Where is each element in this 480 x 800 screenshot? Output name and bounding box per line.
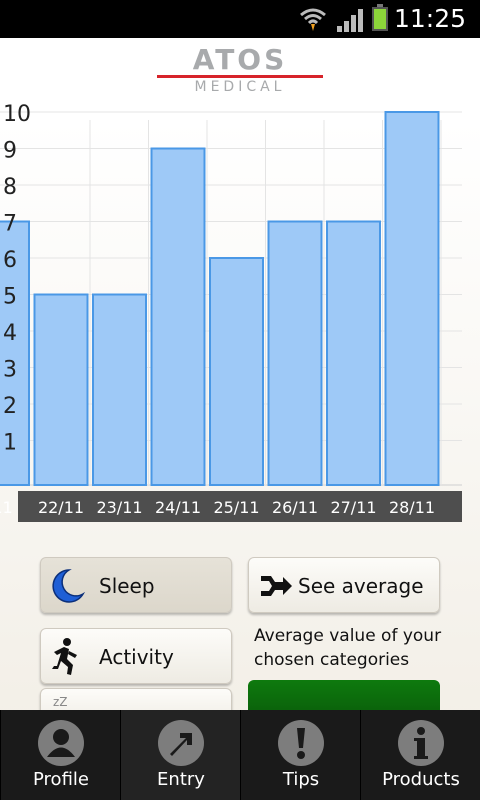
status-time: 11:25 bbox=[393, 4, 466, 33]
bar bbox=[209, 257, 264, 486]
x-tick-label: 11 bbox=[0, 498, 13, 517]
battery-icon bbox=[372, 4, 388, 31]
merge-arrow-icon bbox=[261, 576, 292, 596]
running-person-icon bbox=[52, 638, 77, 675]
exclamation-icon bbox=[278, 720, 324, 766]
bar-chart[interactable]: 1 2 3 4 5 6 7 8 9 10 11 22/11 23/11 24/11 25/11 26/11 27… bbox=[0, 100, 480, 530]
tab-tips-label: Tips bbox=[282, 769, 320, 790]
y-tick-label: 2 bbox=[3, 394, 17, 419]
signal-icon bbox=[337, 9, 363, 32]
x-tick-label: 25/11 bbox=[213, 498, 259, 517]
profile-icon bbox=[38, 720, 84, 766]
y-tick-label: 6 bbox=[3, 248, 17, 273]
bottom-nav: Profile Entry Tips Products bbox=[0, 710, 480, 800]
tab-profile-label: Profile bbox=[33, 769, 89, 790]
y-tick-label: 8 bbox=[3, 175, 17, 200]
x-tick-label: 28/11 bbox=[389, 498, 435, 517]
bar bbox=[150, 147, 206, 486]
wifi-icon bbox=[300, 8, 326, 31]
activity-button[interactable]: Activity bbox=[40, 628, 232, 684]
activity-label: Activity bbox=[99, 645, 174, 669]
see-average-label: See average bbox=[298, 574, 424, 598]
y-tick-label: 1 bbox=[3, 431, 17, 456]
average-description: Average value of your chosen categories bbox=[254, 626, 442, 670]
entry-arrow-icon bbox=[158, 720, 204, 766]
tab-products-label: Products bbox=[382, 769, 460, 790]
x-tick-label: 23/11 bbox=[96, 498, 142, 517]
y-tick-label: 4 bbox=[3, 321, 17, 346]
x-tick-label: 22/11 bbox=[38, 498, 84, 517]
bar bbox=[384, 111, 440, 486]
sleep-label: Sleep bbox=[99, 574, 155, 598]
tab-profile[interactable]: Profile bbox=[0, 710, 120, 800]
bar bbox=[326, 220, 381, 486]
y-tick-label: 3 bbox=[3, 358, 17, 383]
y-tick-label: 5 bbox=[3, 285, 17, 310]
bar bbox=[92, 293, 147, 486]
tab-products[interactable]: Products bbox=[360, 710, 480, 800]
x-tick-label: 26/11 bbox=[272, 498, 318, 517]
logo-brand: ATOS bbox=[192, 43, 288, 76]
status-bar: 11:25 bbox=[0, 0, 480, 38]
y-tick-label: 7 bbox=[3, 212, 17, 237]
y-tick-label: 9 bbox=[3, 139, 17, 164]
info-icon bbox=[398, 720, 444, 766]
atos-medical-logo: ATOS MEDICAL bbox=[155, 44, 325, 96]
tab-tips[interactable]: Tips bbox=[240, 710, 360, 800]
zz-icon: zZ bbox=[53, 695, 68, 709]
see-average-button[interactable]: See average bbox=[248, 557, 440, 613]
x-tick-label: 24/11 bbox=[155, 498, 201, 517]
tab-entry[interactable]: Entry bbox=[120, 710, 240, 800]
moon-icon bbox=[52, 569, 86, 603]
sleep-button[interactable]: Sleep bbox=[40, 557, 232, 613]
bar bbox=[267, 220, 323, 486]
x-tick-label: 27/11 bbox=[330, 498, 376, 517]
bar bbox=[33, 293, 89, 486]
logo-subtitle: MEDICAL bbox=[194, 79, 286, 95]
tab-entry-label: Entry bbox=[157, 769, 205, 790]
y-tick-label: 10 bbox=[3, 102, 31, 127]
